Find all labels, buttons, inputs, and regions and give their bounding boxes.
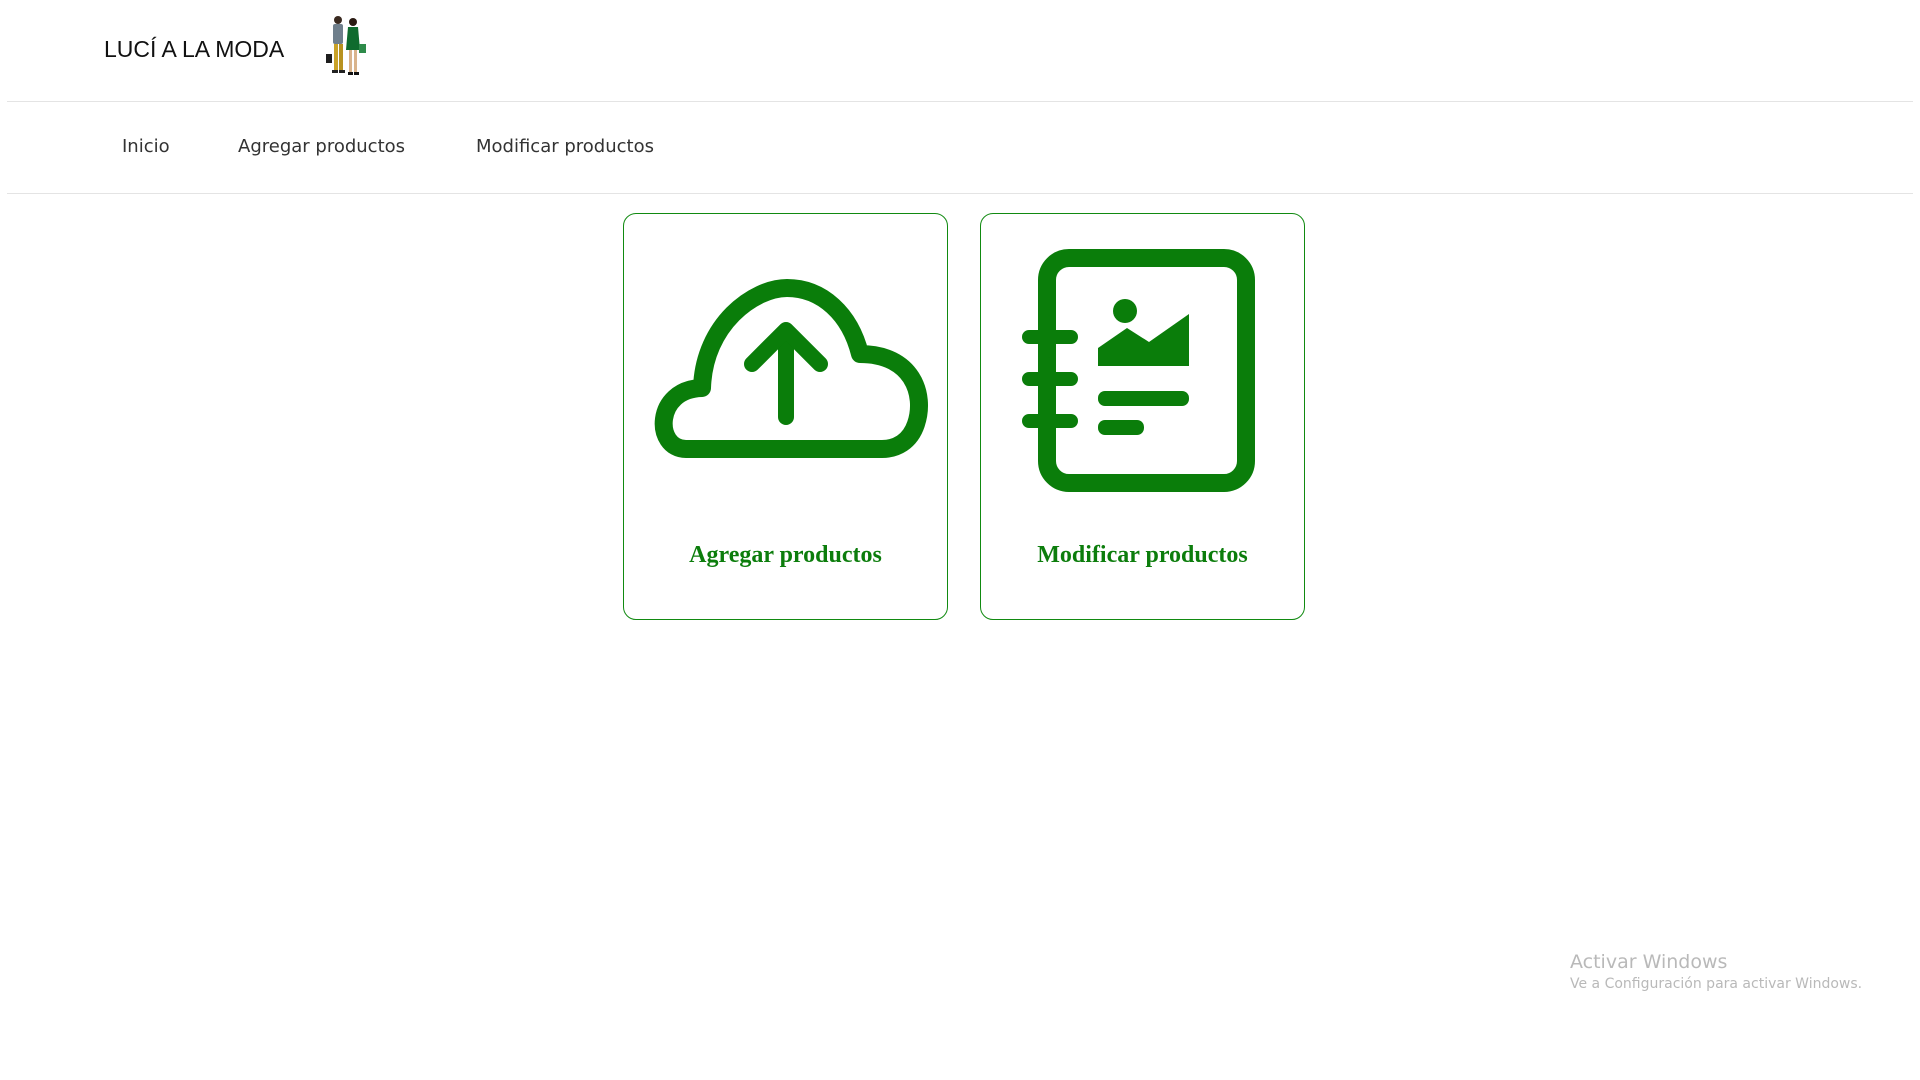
add-products-card[interactable]: Agregar productos: [623, 213, 948, 620]
watermark-title: Activar Windows: [1570, 951, 1728, 973]
modify-products-label: Modificar productos: [1037, 542, 1248, 568]
cloud-upload-icon: [654, 279, 928, 458]
add-products-label: Agregar productos: [689, 542, 882, 568]
modify-products-card[interactable]: Modificar productos: [980, 213, 1305, 620]
watermark-subtitle: Ve a Configuración para activar Windows.: [1570, 976, 1863, 992]
windows-activation-watermark: Activar Windows Ve a Configuración para …: [1570, 950, 1862, 994]
nav-item-modificar-productos[interactable]: Modificar productos: [476, 136, 654, 157]
product-catalog-icon: [1022, 249, 1255, 492]
main-nav: Inicio Agregar productos Modificar produ…: [7, 102, 1913, 194]
fashion-couple-logo[interactable]: [321, 14, 369, 80]
brand-title[interactable]: LUCÍ A LA MODA: [104, 36, 284, 63]
nav-item-inicio[interactable]: Inicio: [122, 136, 170, 157]
nav-item-agregar-productos[interactable]: Agregar productos: [238, 136, 405, 157]
site-header: LUCÍ A LA MODA: [7, 0, 1913, 102]
